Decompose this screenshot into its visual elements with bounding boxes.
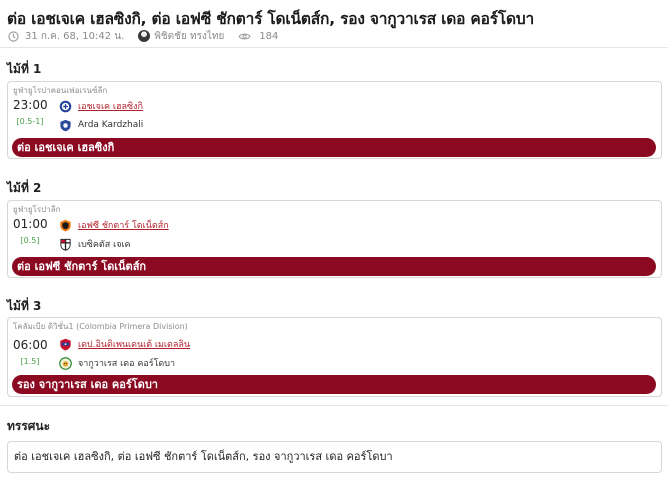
handicap-odds: [1.5] [20, 357, 40, 366]
publish-date: 31 ก.ค. 68, 10:42 น. [25, 30, 125, 42]
independiente-medellin-crest-icon [59, 338, 72, 351]
home-team[interactable]: เดป.อินดิเพนเดนเต้ เมเดลลิน [59, 337, 190, 351]
author-avatar[interactable] [138, 30, 151, 42]
kickoff-time: 01:00 [13, 217, 48, 231]
league-name: โคลัมเบีย ดิวิชั่น1 (Colombia Primera Di… [13, 322, 188, 331]
view-count: 184 [259, 30, 279, 42]
pick-banner: ต่อ เอชเจเค เฮลซิงกิ [12, 138, 656, 157]
away-team-name[interactable]: จากูวาเรส เดอ คอร์โดบา [78, 356, 175, 370]
kickoff-time: 06:00 [13, 338, 48, 352]
author-name[interactable]: พิชิตชัย ทรงไทย [154, 29, 224, 44]
match-card-3: โคลัมเบีย ดิวิชั่น1 (Colombia Primera Di… [7, 317, 662, 397]
kickoff-time: 23:00 [13, 98, 48, 112]
pick-banner: รอง จากูวาเรส เดอ คอร์โดบา [12, 375, 656, 394]
besiktas-crest-icon [59, 238, 72, 251]
handicap-odds: [0.5-1] [16, 117, 44, 126]
away-team-name[interactable]: เบซิคตัส เจเค [78, 237, 131, 251]
handicap-odds: [0.5] [20, 236, 40, 245]
arda-kardzhali-crest-icon [59, 119, 72, 132]
pick-banner: ต่อ เอฟซี ชักตาร์ โดเน็ตส์ก [12, 257, 656, 276]
jaguares-cordoba-crest-icon [59, 356, 72, 370]
eye-icon [238, 32, 251, 41]
article-title: ต่อ เอชเจเค เฮลซิงกิ, ต่อ เอฟซี ชักตาร์ … [7, 10, 534, 28]
away-team[interactable]: Arda Kardzhali [59, 118, 143, 132]
article-meta: 31 ก.ค. 68, 10:42 น. พิชิตชัย ทรงไทย 184 [8, 29, 278, 43]
home-team-name[interactable]: เอชเจเค เฮลซิงกิ [78, 99, 143, 113]
hjk-helsinki-crest-icon [59, 100, 72, 113]
home-team[interactable]: เอฟซี ชักตาร์ โดเน็ตส์ก [59, 218, 169, 232]
match-card-2: ยูฟ่ายูโรปาลีก 01:00 [0.5] เอฟซี ชักตาร์… [7, 200, 662, 278]
shakhtar-donetsk-crest-icon [59, 219, 72, 232]
away-team-name[interactable]: Arda Kardzhali [78, 120, 143, 130]
league-name: ยูฟ่ายูโรปาลีก [13, 205, 61, 214]
divider [0, 405, 668, 406]
clock-icon [8, 30, 19, 42]
pair-heading-1: ไม้ที่ 1 [7, 62, 42, 76]
verdict-heading: ทรรศนะ [7, 419, 51, 433]
away-team[interactable]: จากูวาเรส เดอ คอร์โดบา [59, 356, 175, 370]
match-card-1: ยูฟ่ายูโรปาคอนเฟอเรนซ์ลีก 23:00 [0.5-1] … [7, 81, 662, 159]
verdict-summary: ต่อ เอชเจเค เฮลซิงกิ, ต่อ เอฟซี ชักตาร์ … [7, 441, 662, 473]
home-team-name[interactable]: เอฟซี ชักตาร์ โดเน็ตส์ก [78, 218, 169, 232]
league-name: ยูฟ่ายูโรปาคอนเฟอเรนซ์ลีก [13, 86, 108, 95]
home-team[interactable]: เอชเจเค เฮลซิงกิ [59, 99, 143, 113]
pair-heading-3: ไม้ที่ 3 [7, 299, 42, 313]
pair-heading-2: ไม้ที่ 2 [7, 181, 42, 195]
home-team-name[interactable]: เดป.อินดิเพนเดนเต้ เมเดลลิน [78, 337, 190, 351]
away-team[interactable]: เบซิคตัส เจเค [59, 237, 131, 251]
divider [0, 47, 668, 48]
